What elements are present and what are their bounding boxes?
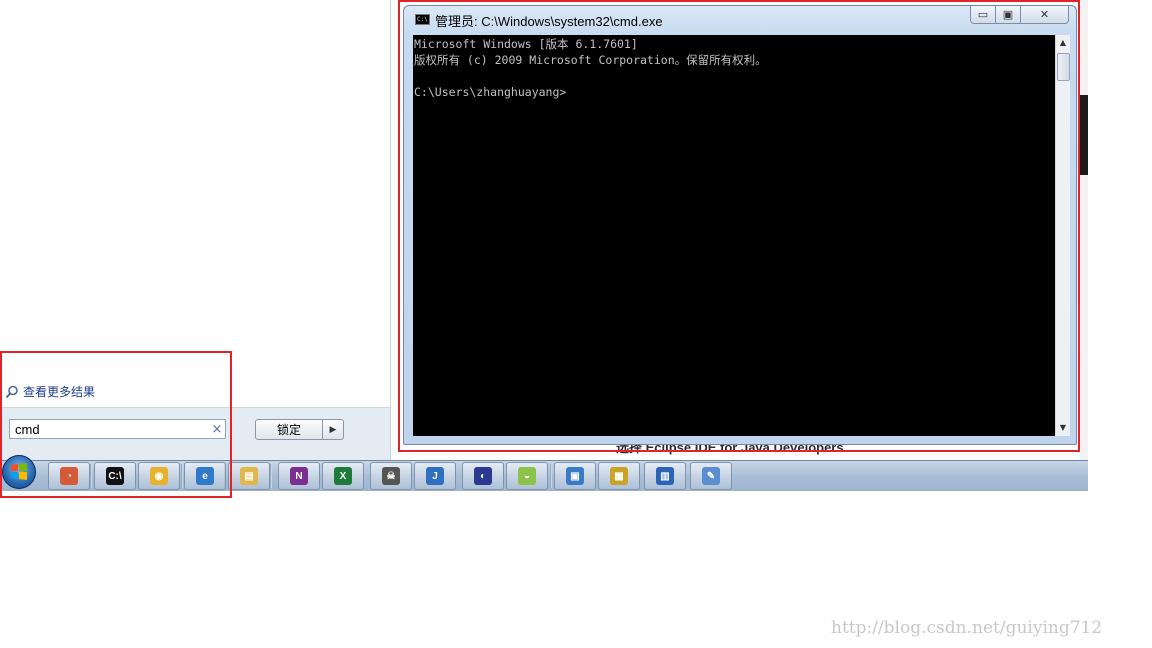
taskbar-button-excel[interactable]: X xyxy=(322,462,364,490)
internet-explorer-icon: e xyxy=(196,467,214,485)
taskbar-separator xyxy=(90,464,92,488)
taskbar-button-alien-app[interactable]: ☠ xyxy=(370,462,412,490)
taskbar-separator xyxy=(270,464,272,488)
taskbar-button-java-ide[interactable]: J xyxy=(414,462,456,490)
background-page xyxy=(1080,0,1088,460)
taskbar-separator xyxy=(181,464,183,488)
taskbar-button-remote-desktop[interactable]: ▣ xyxy=(554,462,596,490)
eclipse-icon: ◐ xyxy=(474,467,492,485)
scroll-down-arrow-icon[interactable]: ▼ xyxy=(1056,420,1070,436)
remote-desktop-icon: ▣ xyxy=(566,467,584,485)
taskbar-button-internet-explorer[interactable]: e xyxy=(184,462,226,490)
background-page-image xyxy=(1080,95,1088,175)
console-scrollbar[interactable]: ▲ ▼ xyxy=(1055,35,1070,436)
minimize-button[interactable]: ▭ xyxy=(970,6,996,24)
start-search-input[interactable]: cmd × xyxy=(9,419,226,439)
app-task-icon: ◔ xyxy=(60,467,78,485)
cmd-icon: C:\ xyxy=(415,14,430,25)
caption-buttons: ▭ ▣ ✕ xyxy=(970,6,1069,24)
clear-search-icon[interactable]: × xyxy=(209,422,225,437)
close-button[interactable]: ✕ xyxy=(1021,6,1069,24)
console-prompt: C:\Users\zhanghuayang> xyxy=(414,85,567,99)
taskbar: ◔ C:\ ◉ e ▤ N X ☠ J ◐ ◒ ▣ ▦ ▥ ✎ xyxy=(0,455,1088,491)
alien-app-icon: ☠ xyxy=(382,467,400,485)
cmd-window: C:\ 管理员: C:\Windows\system32\cmd.exe ▭ ▣… xyxy=(403,5,1077,445)
notes-icon: ▦ xyxy=(610,467,628,485)
android-icon: ◒ xyxy=(518,467,536,485)
chrome-icon: ◉ xyxy=(150,467,168,485)
console-output[interactable]: Microsoft Windows [版本 6.1.7601] 版权所有 (c)… xyxy=(413,35,1055,436)
network-monitor-icon: ▥ xyxy=(656,467,674,485)
cmd-window-title: 管理员: C:\Windows\system32\cmd.exe xyxy=(435,14,663,29)
taskbar-button-file-explorer[interactable]: ▤ xyxy=(228,462,270,490)
windows-logo-icon xyxy=(11,463,27,480)
taskbar-separator xyxy=(550,464,552,488)
taskbar-button-onenote[interactable]: N xyxy=(278,462,320,490)
maximize-button[interactable]: ▣ xyxy=(996,6,1021,24)
taskbar-button-chrome[interactable]: ◉ xyxy=(138,462,180,490)
search-icon xyxy=(5,385,18,398)
console-line: 版权所有 (c) 2009 Microsoft Corporation。保留所有… xyxy=(414,53,767,67)
search-input-value[interactable]: cmd xyxy=(10,422,209,437)
scroll-up-arrow-icon[interactable]: ▲ xyxy=(1056,35,1070,51)
start-menu: 查看更多结果 cmd × 锁定 ▶ xyxy=(0,0,391,461)
scroll-thumb[interactable] xyxy=(1057,53,1070,81)
taskbar-button-eclipse[interactable]: ◐ xyxy=(462,462,504,490)
console-line: Microsoft Windows [版本 6.1.7601] xyxy=(414,37,638,51)
cmd-titlebar[interactable]: C:\ 管理员: C:\Windows\system32\cmd.exe ▭ ▣… xyxy=(404,6,1076,34)
see-more-results-link[interactable]: 查看更多结果 xyxy=(5,383,95,400)
start-button[interactable] xyxy=(2,455,36,489)
taskbar-button-cmd[interactable]: C:\ xyxy=(94,462,136,490)
file-explorer-icon: ▤ xyxy=(240,467,258,485)
paint-icon: ✎ xyxy=(702,467,720,485)
taskbar-button-notes[interactable]: ▦ xyxy=(598,462,640,490)
taskbar-button-paint[interactable]: ✎ xyxy=(690,462,732,490)
cmd-icon: C:\ xyxy=(106,467,124,485)
taskbar-button-app-task[interactable]: ◔ xyxy=(48,462,90,490)
lock-button-label: 锁定 xyxy=(276,423,301,437)
onenote-icon: N xyxy=(290,467,308,485)
taskbar-button-network-monitor[interactable]: ▥ xyxy=(644,462,686,490)
java-ide-icon: J xyxy=(426,467,444,485)
lock-button[interactable]: 锁定 ▶ xyxy=(255,419,344,440)
lock-options-arrow-icon[interactable]: ▶ xyxy=(322,420,343,439)
see-more-results-label: 查看更多结果 xyxy=(23,385,96,399)
excel-icon: X xyxy=(334,467,352,485)
taskbar-button-android[interactable]: ◒ xyxy=(506,462,548,490)
watermark: http://blog.csdn.net/guiying712 xyxy=(831,618,1103,638)
